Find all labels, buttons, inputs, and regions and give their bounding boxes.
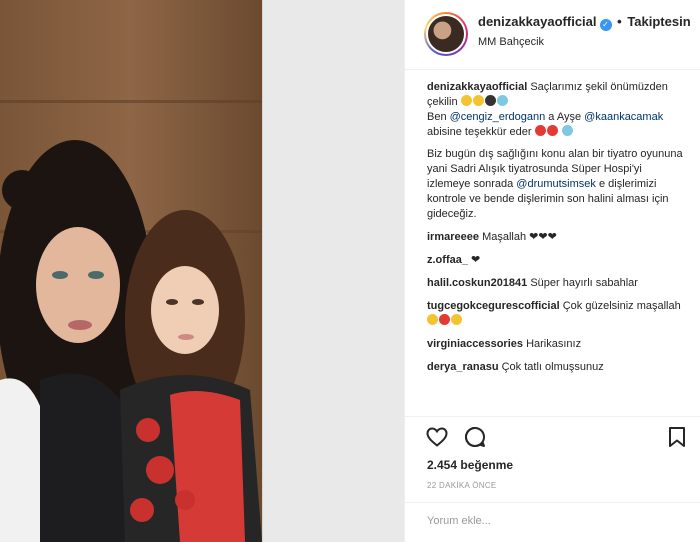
avatar[interactable] <box>424 12 468 56</box>
comment-item: tugcegokcegurescofficial Çok güzelsiniz … <box>427 299 687 329</box>
username-link[interactable]: denizakkayaofficial <box>478 14 597 29</box>
emoji-icon <box>427 314 438 325</box>
post-details-panel: denizakkayaofficial ✓ • Takiptesin MM Bah… <box>404 0 700 542</box>
caption-text: Ben <box>427 111 447 123</box>
mention-link[interactable]: @cengiz_erdogann <box>450 111 546 123</box>
post-header: denizakkayaofficial ✓ • Takiptesin MM Bah… <box>405 0 700 70</box>
location-link[interactable]: MM Bahçecik <box>478 36 544 48</box>
comment-username[interactable]: irmareeee <box>427 231 479 243</box>
post-photo[interactable] <box>0 0 262 542</box>
emoji-icon <box>546 125 558 136</box>
bookmark-icon[interactable] <box>665 425 689 449</box>
caption-text: abisine teşekkür eder <box>427 126 532 138</box>
comment-username[interactable]: derya_ranasu <box>427 361 499 373</box>
caption: denizakkayaofficial Saçlarımız şekil önü… <box>427 80 687 222</box>
actions-divider <box>405 416 700 417</box>
comment-username[interactable]: z.offaa_ <box>427 254 468 266</box>
comment-item: irmareeee Maşallah ❤❤❤ <box>427 230 687 245</box>
emoji-icon <box>439 314 450 325</box>
photo-frame-gap <box>262 0 404 542</box>
comment-text: Süper hayırlı sabahlar <box>530 277 638 289</box>
emoji-icon <box>561 125 573 136</box>
emoji-icon <box>534 125 546 136</box>
emoji-icon <box>496 95 508 106</box>
post-timestamp[interactable]: 22 DAKİKA ÖNCE <box>427 481 497 490</box>
post-photo-image <box>0 0 262 542</box>
caption-paragraph: Biz bugün dış sağlığını konu alan bir ti… <box>427 147 687 222</box>
comment-item: halil.coskun201841 Süper hayırlı sabahla… <box>427 276 687 291</box>
comment-text: Çok güzelsiniz maşallah <box>562 300 681 312</box>
avatar-image <box>426 14 466 54</box>
comment-item: virginiaccessories Harikasınız <box>427 337 687 352</box>
header-username-row: denizakkayaofficial ✓ • Takiptesin <box>478 14 691 31</box>
comment-text: ❤ <box>471 254 481 266</box>
heart-icon[interactable] <box>425 425 449 449</box>
emoji-icon <box>460 95 472 106</box>
comment-item: derya_ranasu Çok tatlı olmuşsunuz <box>427 360 687 375</box>
comment-item: z.offaa_ ❤ <box>427 253 687 268</box>
caption-text: a Ayşe <box>548 111 582 123</box>
comment-text: Harikasınız <box>526 338 582 350</box>
verified-badge-icon: ✓ <box>599 19 612 31</box>
separator-dot: • <box>617 14 622 29</box>
comment-input[interactable] <box>427 515 677 527</box>
comment-username[interactable]: halil.coskun201841 <box>427 277 527 289</box>
comment-text: Maşallah ❤❤❤ <box>482 231 557 243</box>
comment-bubble-icon[interactable] <box>463 425 487 449</box>
mention-link[interactable]: @kaankacamak <box>584 111 663 123</box>
following-button[interactable]: Takiptesin <box>627 14 690 29</box>
action-bar <box>425 425 687 451</box>
comment-text: Çok tatlı olmuşsunuz <box>501 361 604 373</box>
comment-username[interactable]: virginiaccessories <box>427 338 523 350</box>
emoji-icon <box>451 314 462 325</box>
add-comment-bar <box>405 502 700 542</box>
comment-username[interactable]: tugcegokcegurescofficial <box>427 300 560 312</box>
emoji-icon <box>484 95 496 106</box>
emoji-icon <box>472 95 484 106</box>
comments-list[interactable]: denizakkayaofficial Saçlarımız şekil önü… <box>427 80 687 416</box>
caption-username[interactable]: denizakkayaofficial <box>427 81 527 93</box>
likes-count[interactable]: 2.454 beğenme <box>427 458 513 472</box>
mention-link[interactable]: @drumutsimsek <box>516 178 596 190</box>
